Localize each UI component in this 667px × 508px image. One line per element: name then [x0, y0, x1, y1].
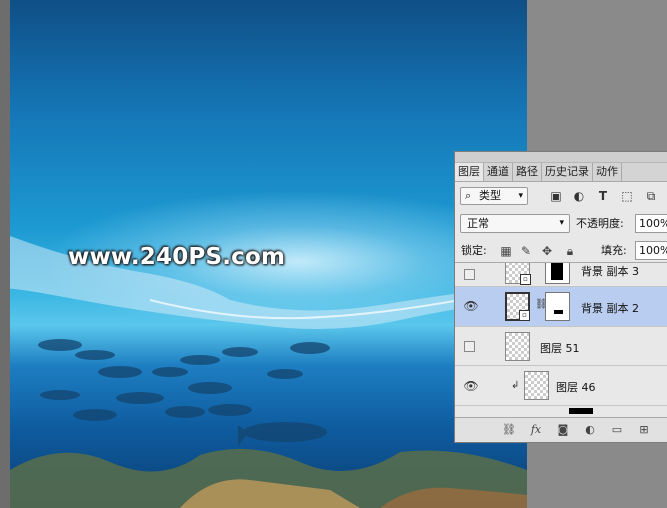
layer-name: 背景 副本 3 [581, 265, 639, 278]
image-filter-icon[interactable]: ▣ [549, 189, 563, 203]
add-mask-icon[interactable]: ◙ [556, 423, 570, 437]
blend-mode-select[interactable]: 正常 ▾ [460, 214, 570, 233]
fill-label: 填充: [601, 244, 627, 257]
group-folder-icon[interactable]: ▭ [610, 423, 624, 437]
layer-thumbnail [524, 371, 549, 400]
smart-object-filter-icon[interactable]: ⧉ [644, 189, 658, 203]
lock-row: 锁定: ▦ ✎ ✥ 🔒︎ 填充: 100% [455, 238, 667, 264]
filter-type-label: 类型 [479, 189, 501, 202]
layers-list[interactable]: ▫ 背景 副本 3 👁︎ ▫ ⛓ 背景 副本 2 图层 51 👁︎ ↲ 图层 4… [455, 262, 667, 421]
adjustment-filter-icon[interactable]: ◐ [572, 189, 586, 203]
layer-row-layer-51[interactable]: 图层 51 [455, 327, 667, 366]
filter-type-select[interactable]: ⌕ 类型 ▾ [460, 187, 528, 205]
smart-object-icon: ▫ [520, 274, 531, 285]
smart-object-icon: ▫ [519, 310, 530, 321]
tab-actions[interactable]: 动作 [593, 163, 622, 181]
chevron-down-icon: ▾ [559, 218, 564, 228]
layer-thumbnail: ▫ [505, 263, 531, 285]
tab-history[interactable]: 历史记录 [542, 163, 593, 181]
lock-label: 锁定: [461, 244, 487, 257]
layer-mask-thumbnail[interactable] [545, 263, 570, 284]
layer-name: 图层 51 [540, 342, 580, 355]
fx-icon[interactable]: fx [529, 423, 543, 437]
adjustment-layer-icon[interactable]: ◐ [583, 423, 597, 437]
lock-transparency-icon[interactable]: ▦ [499, 242, 513, 260]
link-icon[interactable]: ⛓ [502, 423, 516, 437]
lock-paint-icon[interactable]: ✎ [519, 242, 533, 260]
shape-filter-icon[interactable]: ⬚ [620, 189, 634, 203]
fish-school [38, 339, 330, 446]
mask-shape [551, 263, 563, 280]
mask-shape [554, 310, 563, 314]
tab-channels[interactable]: 通道 [484, 163, 513, 181]
fill-input[interactable]: 100% [635, 241, 667, 260]
blend-row: 正常 ▾ 不透明度: 100% [455, 210, 667, 238]
layers-panel: 图层 通道 路径 历史记录 动作 ⌕ 类型 ▾ ▣ ◐ T ⬚ ⧉ 正常 ▾ 不… [454, 151, 667, 443]
layer-row-background-copy-2[interactable]: 👁︎ ▫ ⛓ 背景 副本 2 [455, 287, 667, 327]
visibility-toggle[interactable] [464, 341, 475, 352]
eye-icon[interactable]: 👁︎ [463, 379, 479, 393]
tab-paths[interactable]: 路径 [513, 163, 542, 181]
eye-icon[interactable]: 👁︎ [463, 299, 479, 313]
visibility-toggle[interactable] [464, 269, 475, 280]
layer-thumbnail [505, 332, 530, 361]
canvas-edge-shadow [0, 0, 10, 508]
opacity-label: 不透明度: [576, 217, 624, 230]
opacity-input[interactable]: 100% [635, 214, 667, 233]
tab-layers[interactable]: 图层 [455, 163, 484, 181]
layer-name: 背景 副本 2 [581, 302, 639, 315]
layer-row-background-copy-3[interactable]: ▫ 背景 副本 3 [455, 263, 667, 287]
panel-tabs: 图层 通道 路径 历史记录 动作 [455, 163, 667, 182]
panel-title-bar[interactable] [455, 152, 667, 163]
clipping-mask-icon: ↲ [511, 380, 520, 391]
panel-bottom-toolbar: ⛓ fx ◙ ◐ ▭ ⊞ [455, 417, 667, 442]
document-canvas[interactable]: www.240PS.com [0, 0, 527, 508]
layer-name: 图层 46 [556, 381, 596, 394]
filter-row: ⌕ 类型 ▾ ▣ ◐ T ⬚ ⧉ [455, 182, 667, 210]
layer-thumbnail [569, 408, 593, 414]
new-layer-icon[interactable]: ⊞ [637, 423, 651, 437]
watermark-text: www.240PS.com [68, 244, 286, 270]
chevron-down-icon: ▾ [518, 191, 523, 201]
lock-all-icon[interactable]: 🔒︎ [563, 242, 577, 260]
search-icon: ⌕ [465, 189, 472, 202]
lock-position-icon[interactable]: ✥ [540, 242, 554, 260]
type-filter-icon[interactable]: T [596, 189, 610, 203]
layer-row-layer-46[interactable]: 👁︎ ↲ 图层 46 [455, 366, 667, 406]
layer-mask-thumbnail[interactable] [545, 292, 570, 321]
blend-mode-value: 正常 [467, 217, 489, 230]
layer-thumbnail: ▫ [505, 292, 530, 321]
